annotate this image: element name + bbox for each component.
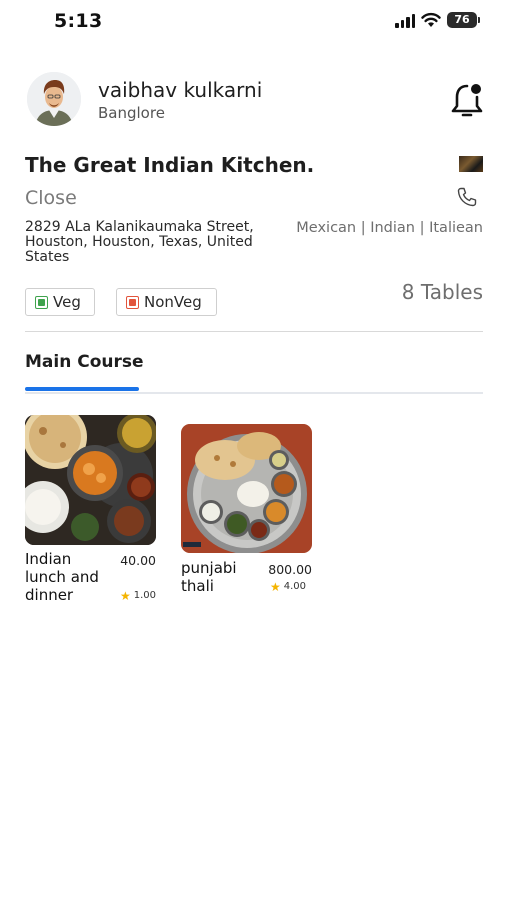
battery-icon: 76 — [447, 12, 480, 28]
wifi-icon — [421, 12, 441, 27]
star-icon: ★ — [119, 588, 131, 603]
tab-main-course[interactable]: Main Course — [25, 352, 144, 372]
dish-name: punjabi thali — [181, 559, 237, 595]
dish-image — [181, 424, 312, 553]
signal-icon — [395, 12, 415, 28]
dish-rating: ★ 1.00 — [119, 588, 156, 603]
table-count: 8 Tables — [401, 280, 483, 304]
phone-icon[interactable] — [456, 186, 478, 208]
tab-bar-track — [25, 392, 483, 394]
veg-filter[interactable]: Veg — [25, 288, 95, 316]
nonveg-filter-label: NonVeg — [144, 293, 202, 311]
dish-price: 800.00 — [268, 562, 312, 577]
restaurant-thumbnail — [459, 156, 483, 172]
restaurant-status: Close — [25, 187, 77, 209]
dish-card[interactable]: punjabi thali 800.00 ★ 4.00 — [181, 424, 312, 604]
veg-filter-label: Veg — [53, 293, 81, 311]
notification-bell-icon[interactable] — [449, 80, 485, 120]
user-city: Banglore — [98, 104, 165, 122]
status-bar: 5:13 76 — [0, 0, 507, 44]
avatar[interactable] — [27, 72, 81, 126]
dish-name: Indian lunch and dinner — [25, 550, 99, 604]
dish-image — [25, 415, 156, 545]
dish-rating: ★ 4.00 — [269, 579, 306, 594]
dish-rating-value: 1.00 — [133, 590, 156, 601]
star-icon: ★ — [269, 579, 281, 594]
cuisine-list: Mexican | Indian | Italiean — [296, 220, 483, 236]
dish-price: 40.00 — [120, 553, 156, 568]
restaurant-address: 2829 ALa Kalanikaumaka Street, Houston, … — [25, 219, 254, 265]
user-name: vaibhav kulkarni — [98, 78, 263, 102]
nonveg-filter[interactable]: NonVeg — [116, 288, 217, 316]
veg-icon — [35, 295, 48, 309]
nonveg-icon — [126, 295, 139, 309]
status-icons: 76 — [395, 12, 480, 28]
dish-card[interactable]: Indian lunch and dinner 40.00 ★ 1.00 — [25, 415, 156, 605]
tab-active-indicator — [25, 387, 139, 391]
section-divider — [25, 331, 483, 332]
restaurant-name: The Great Indian Kitchen. — [25, 153, 315, 177]
dish-rating-value: 4.00 — [283, 581, 306, 592]
status-time: 5:13 — [54, 10, 103, 32]
